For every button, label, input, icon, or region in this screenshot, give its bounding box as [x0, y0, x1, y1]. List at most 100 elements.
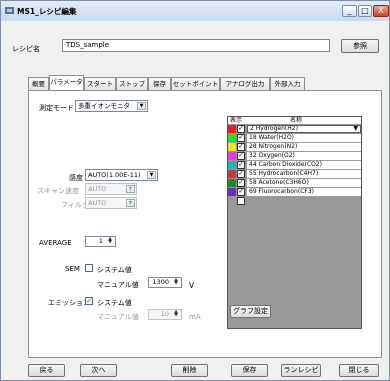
- filter-select[interactable]: AUTO ▼: [85, 197, 137, 209]
- emission-system-label: システム値: [97, 299, 132, 307]
- color-swatch: [228, 143, 236, 151]
- gas-name: 32 Oxygen(O2): [247, 152, 361, 160]
- gas-name: 2 Hydrogen(H2): [250, 125, 298, 132]
- gas-visible-checkbox[interactable]: ✓: [237, 152, 245, 160]
- spinner-arrows-icon[interactable]: ▲ ▼: [106, 237, 114, 245]
- gas-visible-checkbox[interactable]: ✓: [237, 170, 245, 178]
- gas-row[interactable]: ✓ 2 Hydrogen(H2) ▼: [228, 125, 361, 133]
- color-swatch: [228, 188, 236, 196]
- gas-name-select[interactable]: 2 Hydrogen(H2) ▼: [247, 125, 361, 133]
- gas-visible-checkbox[interactable]: ✓: [237, 125, 245, 133]
- tab-start[interactable]: スタート: [84, 77, 116, 90]
- close-button[interactable]: 閉じる: [339, 364, 379, 377]
- gas-row[interactable]: ✓ 32 Oxygen(O2): [228, 152, 361, 160]
- color-swatch: [228, 161, 236, 169]
- recipe-name-input[interactable]: TDS_sample: [62, 39, 330, 52]
- recipe-edit-window: MS1_レシピ編集 _ □ X レシピ名 TDS_sample 参照 概要 パラ…: [0, 0, 390, 381]
- emission-system-checkbox[interactable]: ✓: [85, 297, 93, 305]
- emission-label: エミッション: [48, 299, 90, 307]
- tab-overview[interactable]: 概要: [28, 77, 49, 90]
- gas-visible-checkbox[interactable]: ✓: [237, 161, 245, 169]
- tab-stop[interactable]: ストップ: [116, 77, 148, 90]
- gas-row[interactable]: ✓ 18 Water(H2O): [228, 134, 361, 142]
- gas-row[interactable]: ✓ 28 Nitrogen(N2): [228, 143, 361, 151]
- save-button[interactable]: 保存: [231, 364, 268, 377]
- tab-setpoint[interactable]: セットポイント: [171, 77, 220, 90]
- sem-system-label: システム値: [97, 266, 132, 274]
- next-button[interactable]: 次へ: [80, 364, 117, 377]
- sem-system-checkbox[interactable]: [85, 264, 93, 272]
- delete-button[interactable]: 削除: [171, 364, 208, 377]
- run-recipe-button[interactable]: ランレシピ: [281, 364, 321, 377]
- browse-button[interactable]: 参照: [341, 39, 379, 53]
- gas-list: 表示 名称 ✓ 2 Hydrogen(H2) ▼ ✓ 18 Water(H2O)…: [227, 116, 362, 329]
- minimize-button[interactable]: _: [342, 5, 357, 17]
- gas-row[interactable]: ✓ 44 Carbon Dioxide(CO2): [228, 161, 361, 169]
- gas-row-empty[interactable]: [228, 197, 361, 205]
- sem-label: SEM: [65, 265, 80, 273]
- sem-manual-spinner[interactable]: 1300 ▲ ▼: [148, 277, 182, 288]
- tab-parameters[interactable]: パラメータ: [49, 75, 84, 90]
- emission-unit: mA: [189, 313, 201, 321]
- chevron-down-icon: ▼: [353, 125, 358, 132]
- app-icon: [5, 7, 14, 14]
- gas-visible-checkbox[interactable]: ✓: [237, 188, 245, 196]
- spinner-arrows-icon[interactable]: ▲ ▼: [172, 310, 180, 318]
- emission-manual-spinner[interactable]: 10 ▲ ▼: [148, 309, 182, 320]
- sem-manual-label: マニュアル値: [97, 281, 139, 289]
- gas-visible-checkbox[interactable]: ✓: [237, 179, 245, 187]
- sensitivity-label: 感度: [69, 174, 83, 182]
- gas-row[interactable]: ✓ 55 Hydrocarbon(C4H7): [228, 170, 361, 178]
- gas-name: 55 Hydrocarbon(C4H7): [247, 170, 361, 178]
- gas-row[interactable]: ✓ 69 Fluorocarbon(CF3): [228, 188, 361, 196]
- average-spinner[interactable]: 1 ▲ ▼: [85, 236, 116, 247]
- emission-manual-label: マニュアル値: [97, 313, 139, 321]
- gas-name: 44 Carbon Dioxide(CO2): [247, 161, 361, 169]
- gas-name: 69 Fluorocarbon(CF3): [247, 188, 361, 196]
- filter-value: AUTO: [88, 199, 107, 207]
- gas-visible-checkbox[interactable]: [237, 197, 245, 205]
- emission-manual-value: 10: [160, 310, 169, 318]
- sensitivity-value: AUTO(1.00E-11): [88, 171, 141, 179]
- mode-select-value: 多重イオンモニタ: [78, 102, 130, 110]
- gas-name: 18 Water(H2O): [247, 134, 361, 142]
- gas-row[interactable]: ✓ 58 Acetone(C3H6O): [228, 179, 361, 187]
- tab-external-input[interactable]: 外部入力: [270, 77, 305, 90]
- scan-speed-select[interactable]: AUTO ▼: [85, 183, 137, 195]
- sem-manual-value: 1300: [152, 278, 169, 286]
- name-column-header: 名称: [290, 117, 303, 124]
- chevron-down-icon: ▼: [126, 185, 135, 193]
- color-swatch: [228, 170, 236, 178]
- sem-unit: V: [189, 281, 195, 290]
- graph-settings-button[interactable]: グラフ設定: [230, 305, 271, 318]
- mode-label: 測定モード: [39, 104, 74, 112]
- spinner-arrows-icon[interactable]: ▲ ▼: [172, 278, 180, 286]
- scan-speed-value: AUTO: [88, 185, 107, 193]
- gas-name: 58 Acetone(C3H6O): [247, 179, 361, 187]
- gas-visible-checkbox[interactable]: ✓: [237, 143, 245, 151]
- display-column-header: 表示: [230, 117, 243, 124]
- color-swatch: [228, 125, 236, 133]
- color-swatch: [228, 134, 236, 142]
- recipe-name-label: レシピ名: [12, 45, 40, 53]
- back-button[interactable]: 戻る: [28, 364, 65, 377]
- gas-visible-checkbox[interactable]: ✓: [237, 134, 245, 142]
- tab-analog-output[interactable]: アナログ出力: [220, 77, 270, 90]
- close-window-button[interactable]: X: [373, 5, 389, 17]
- gas-list-header: 表示 名称: [228, 117, 361, 124]
- tab-save[interactable]: 保存: [148, 77, 171, 90]
- scan-speed-label: スキャン速度: [37, 187, 79, 195]
- window-title: MS1_レシピ編集: [17, 7, 77, 16]
- maximize-button[interactable]: □: [358, 5, 372, 17]
- color-swatch: [228, 179, 236, 187]
- color-swatch: [228, 197, 236, 205]
- mode-select[interactable]: 多重イオンモニタ ▼: [75, 100, 148, 112]
- color-swatch: [228, 152, 236, 160]
- chevron-down-icon: ▼: [137, 102, 146, 110]
- chevron-down-icon: ▼: [126, 199, 135, 207]
- title-bar: MS1_レシピ編集 _ □ X: [1, 1, 389, 21]
- average-label: AVERAGE: [39, 239, 72, 247]
- gas-name: 28 Nitrogen(N2): [247, 143, 361, 151]
- sensitivity-select[interactable]: AUTO(1.00E-11) ▼: [85, 169, 158, 181]
- average-value: 1: [98, 237, 103, 245]
